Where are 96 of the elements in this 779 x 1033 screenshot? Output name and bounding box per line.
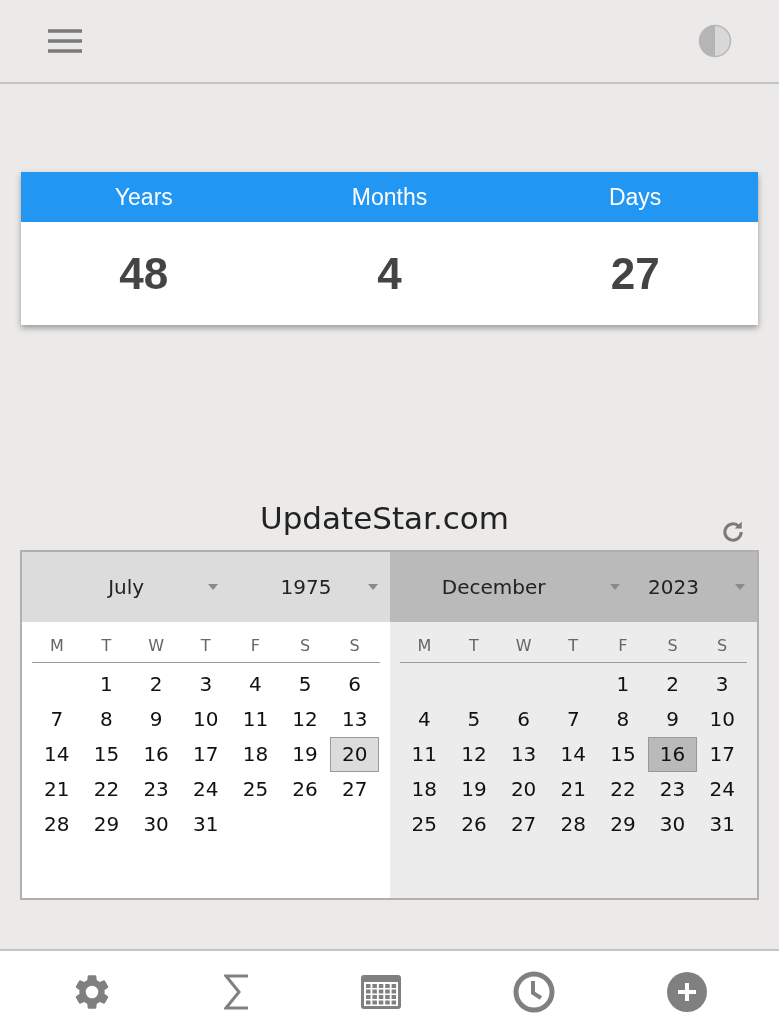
day-cell[interactable]: 28 <box>32 806 82 842</box>
day-cell[interactable]: 17 <box>697 736 747 772</box>
month-dropdown[interactable]: December <box>389 571 644 602</box>
result-value: 4 <box>376 247 403 300</box>
day-cell[interactable]: 18 <box>230 736 281 772</box>
day-cell[interactable]: 10 <box>697 701 747 737</box>
menu-icon[interactable] <box>48 28 82 54</box>
weekday-label: S <box>298 634 312 657</box>
day-cell[interactable]: 28 <box>548 806 599 842</box>
day-cell[interactable]: 11 <box>399 736 450 772</box>
add-icon[interactable] <box>665 971 708 1013</box>
site-title: UpdateStar.com <box>259 499 510 538</box>
day-cell[interactable]: 2 <box>647 666 698 702</box>
day-cell[interactable]: 15 <box>598 736 648 772</box>
day-cell[interactable]: 24 <box>697 771 747 807</box>
day-cell[interactable]: 7 <box>548 701 599 737</box>
day-cell[interactable]: 17 <box>180 736 231 772</box>
weekday-label: F <box>249 634 261 657</box>
month-dropdown[interactable]: July <box>22 571 277 602</box>
day-cell[interactable]: 31 <box>180 806 231 842</box>
day-cell[interactable]: 18 <box>399 771 450 807</box>
day-cell[interactable]: 7 <box>32 701 82 737</box>
weekday-label: W <box>514 634 533 657</box>
weekday-label: M <box>416 634 433 657</box>
weekday-label: W <box>147 634 165 657</box>
year-dropdown[interactable]: 2023 <box>643 571 757 602</box>
caret-icon <box>609 583 620 590</box>
calendar-icon[interactable] <box>360 974 403 1010</box>
column-heading: Months <box>350 182 429 212</box>
day-cell[interactable]: 30 <box>131 806 181 842</box>
weekday-label: S <box>716 634 729 657</box>
day-cell[interactable]: 21 <box>32 771 82 807</box>
sigma-icon[interactable] <box>223 974 250 1010</box>
weekday-label: T <box>468 634 480 657</box>
result-value: 48 <box>118 247 170 300</box>
weekday-label: T <box>567 634 580 657</box>
column-heading: Years <box>113 182 174 212</box>
day-cell[interactable]: 21 <box>548 771 599 807</box>
day-cell[interactable]: 13 <box>498 736 549 772</box>
day-cell[interactable]: 6 <box>498 701 549 737</box>
column-heading: Days <box>607 182 663 212</box>
day-cell[interactable]: 6 <box>329 666 380 702</box>
day-cell[interactable]: 25 <box>230 771 281 807</box>
caret-icon <box>735 583 745 590</box>
day-cell[interactable]: 3 <box>697 666 747 702</box>
day-cell[interactable]: 12 <box>280 701 330 737</box>
result-value: 27 <box>609 247 661 300</box>
day-cell[interactable]: 20 <box>329 736 380 772</box>
day-cell[interactable]: 30 <box>647 806 698 842</box>
day-cell[interactable]: 29 <box>81 806 132 842</box>
day-cell[interactable]: 14 <box>548 736 599 772</box>
clock-icon[interactable] <box>513 971 556 1013</box>
day-cell[interactable]: 26 <box>280 771 330 807</box>
day-cell[interactable]: 29 <box>598 806 648 842</box>
day-cell[interactable]: 1 <box>81 666 132 702</box>
day-cell[interactable]: 22 <box>598 771 648 807</box>
weekday-label: S <box>348 634 361 657</box>
day-cell[interactable]: 19 <box>449 771 499 807</box>
day-cell[interactable]: 5 <box>449 701 499 737</box>
day-cell[interactable]: 10 <box>180 701 231 737</box>
day-cell[interactable]: 20 <box>498 771 549 807</box>
year-dropdown[interactable]: 1975 <box>276 571 390 602</box>
day-cell[interactable]: 3 <box>180 666 231 702</box>
day-cell[interactable]: 8 <box>81 701 132 737</box>
weekday-label: S <box>666 634 679 657</box>
day-cell[interactable]: 4 <box>399 701 450 737</box>
day-cell[interactable]: 31 <box>697 806 747 842</box>
day-cell[interactable]: 14 <box>32 736 82 772</box>
day-cell[interactable]: 27 <box>498 806 549 842</box>
weekday-label: T <box>199 634 212 657</box>
day-cell[interactable]: 9 <box>647 701 698 737</box>
day-cell[interactable]: 24 <box>180 771 231 807</box>
day-cell[interactable]: 15 <box>81 736 132 772</box>
day-cell[interactable]: 13 <box>329 701 380 737</box>
day-cell[interactable]: 9 <box>131 701 181 737</box>
day-cell[interactable]: 27 <box>329 771 380 807</box>
weekday-label: T <box>100 634 113 657</box>
caret-icon <box>208 583 219 590</box>
day-cell[interactable]: 4 <box>230 666 281 702</box>
day-cell[interactable]: 25 <box>399 806 450 842</box>
day-cell[interactable]: 1 <box>598 666 648 702</box>
caret-icon <box>367 583 378 590</box>
day-cell[interactable]: 26 <box>449 806 499 842</box>
day-cell[interactable]: 5 <box>280 666 330 702</box>
day-cell[interactable]: 12 <box>449 736 499 772</box>
day-cell[interactable]: 2 <box>131 666 181 702</box>
weekday-label: M <box>48 634 65 657</box>
day-cell[interactable]: 22 <box>81 771 132 807</box>
day-cell[interactable]: 23 <box>131 771 181 807</box>
day-cell[interactable]: 11 <box>230 701 281 737</box>
day-cell[interactable]: 19 <box>280 736 330 772</box>
day-cell[interactable]: 8 <box>598 701 648 737</box>
day-cell[interactable]: 16 <box>131 736 181 772</box>
day-cell[interactable]: 23 <box>647 771 698 807</box>
weekday-label: F <box>617 634 629 657</box>
day-cell[interactable]: 16 <box>647 736 698 772</box>
